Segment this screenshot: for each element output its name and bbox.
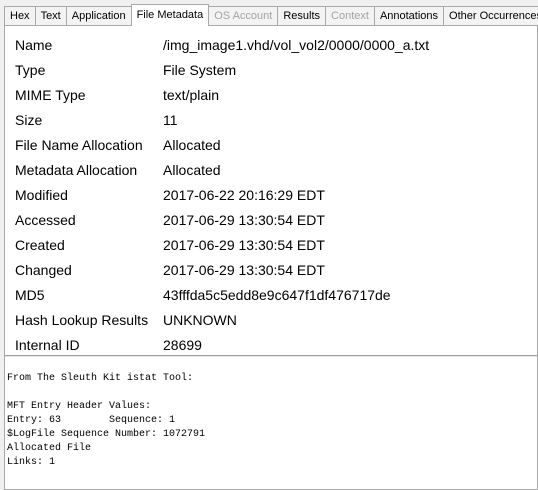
metadata-row-changed: Changed 2017-06-29 13:30:54 EDT <box>5 257 537 282</box>
metadata-key: Created <box>15 237 65 253</box>
metadata-table: Name/img_image1.vhd/vol_vol2/0000/0000_a… <box>5 32 537 357</box>
metadata-key: Changed <box>15 262 72 278</box>
tab-row: Hex Text Application File Metadata OS Accoun… <box>4 4 538 26</box>
metadata-row-type: Type File System <box>5 57 537 82</box>
istat-line: Entry: 63 Sequence: 1 <box>7 415 176 426</box>
metadata-value[interactable]: Allocated <box>163 137 221 153</box>
metadata-row-modified: Modified 2017-06-22 20:16:29 EDT <box>5 182 537 207</box>
metadata-value[interactable]: File System <box>163 62 236 78</box>
metadata-row-metadata-allocation: Metadata Allocation Allocated <box>5 157 537 182</box>
metadata-key: Metadata Allocation <box>15 162 138 178</box>
tab-os-account: OS Account <box>208 6 279 26</box>
istat-line <box>7 386 535 400</box>
tab-context: Context <box>325 6 375 26</box>
istat-line: From The Sleuth Kit istat Tool: <box>7 373 194 384</box>
metadata-row-size: Size 11 <box>5 107 537 132</box>
metadata-value[interactable]: UNKNOWN <box>163 312 237 328</box>
metadata-key: Size <box>15 112 43 128</box>
metadata-value[interactable]: 28699 <box>163 337 202 353</box>
metadata-key: Modified <box>15 187 68 203</box>
metadata-row-mime-type: MIME Type text/plain <box>5 82 537 107</box>
section-divider <box>5 355 537 357</box>
istat-line: $LogFile Sequence Number: 1072791 <box>7 429 206 440</box>
metadata-value[interactable]: 2017-06-22 20:16:29 EDT <box>163 187 325 203</box>
metadata-value[interactable]: 11 <box>163 112 178 128</box>
metadata-row-name: Name/img_image1.vhd/vol_vol2/0000/0000_a… <box>5 32 537 57</box>
tab-strip: Hex Text Application File Metadata OS Accoun… <box>0 0 538 26</box>
tab-application[interactable]: Application <box>65 6 132 26</box>
metadata-value[interactable]: text/plain <box>163 87 219 103</box>
istat-line: Links: 1 <box>7 457 56 468</box>
metadata-key: File Name Allocation <box>15 137 143 153</box>
file-metadata-panel: Name/img_image1.vhd/vol_vol2/0000/0000_a… <box>4 25 538 490</box>
metadata-row-internal-id: Internal ID 28699 <box>5 332 537 357</box>
metadata-value[interactable]: 2017-06-29 13:30:54 EDT <box>163 262 325 278</box>
metadata-row-hash-lookup-results: Hash Lookup Results UNKNOWN <box>5 307 537 332</box>
file-metadata-viewer: Hex Text Application File Metadata OS Accoun… <box>0 0 538 490</box>
metadata-value[interactable]: 2017-06-29 13:30:54 EDT <box>163 212 325 228</box>
metadata-row-file-name-allocation: File Name Allocation Allocated <box>5 132 537 157</box>
istat-output: From The Sleuth Kit istat Tool: MFT Entry… <box>7 372 535 470</box>
metadata-key: Type <box>15 62 46 78</box>
metadata-row-created: Created 2017-06-29 13:30:54 EDT <box>5 232 537 257</box>
tab-annotations[interactable]: Annotations <box>373 6 445 26</box>
metadata-key: Internal ID <box>15 337 80 353</box>
metadata-value[interactable]: Allocated <box>163 162 221 178</box>
metadata-value[interactable]: /img_image1.vhd/vol_vol2/0000/0000_a.txt <box>163 37 429 53</box>
tab-results[interactable]: Results <box>277 6 327 26</box>
metadata-key: MIME Type <box>15 87 86 103</box>
metadata-key: Name <box>15 37 53 53</box>
istat-line: MFT Entry Header Values: <box>7 401 152 412</box>
istat-line: Allocated File <box>7 443 92 454</box>
tab-file-metadata[interactable]: File Metadata <box>130 4 210 26</box>
tab-text[interactable]: Text <box>34 6 67 26</box>
metadata-row-md5: MD5 43fffda5c5edd8e9c647f1df476717de <box>5 282 537 307</box>
metadata-key: Accessed <box>15 212 76 228</box>
tab-hex[interactable]: Hex <box>4 6 36 26</box>
metadata-key: Hash Lookup Results <box>15 312 149 328</box>
metadata-row-accessed: Accessed 2017-06-29 13:30:54 EDT <box>5 207 537 232</box>
metadata-value[interactable]: 2017-06-29 13:30:54 EDT <box>163 237 325 253</box>
tab-other-occurrences[interactable]: Other Occurrences <box>443 6 538 26</box>
metadata-value[interactable]: 43fffda5c5edd8e9c647f1df476717de <box>163 287 391 303</box>
metadata-key: MD5 <box>15 287 45 303</box>
